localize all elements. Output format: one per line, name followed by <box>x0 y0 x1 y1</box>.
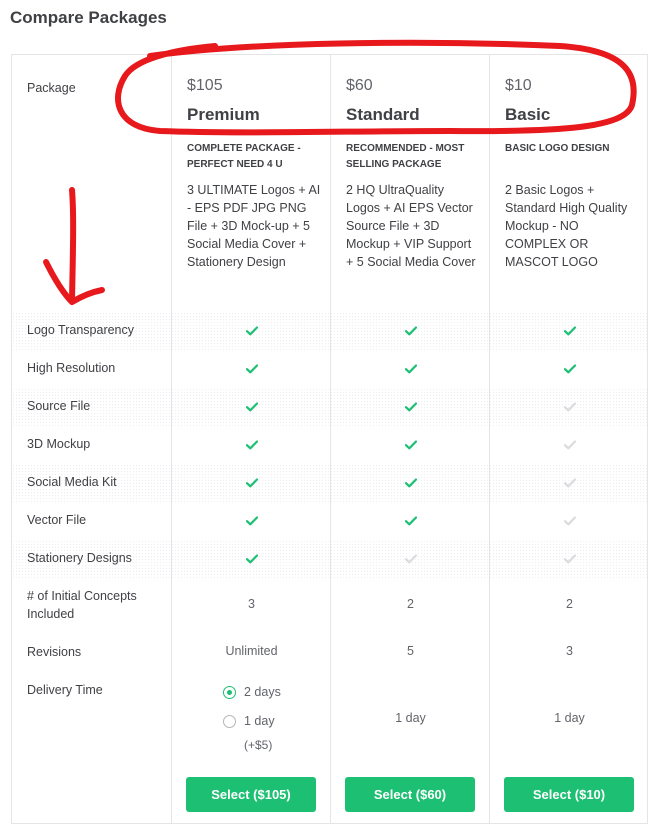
concepts-standard: 2 <box>407 597 414 611</box>
package-description: 2 HQ UltraQuality Logos + AI EPS Vector … <box>346 183 476 269</box>
row-label-stationery-designs: Stationery Designs <box>27 551 132 565</box>
check-icon <box>172 477 331 491</box>
package-name: Basic <box>505 105 551 124</box>
concepts-basic: 2 <box>566 597 573 611</box>
package-price: $60 <box>346 77 373 94</box>
check-icon <box>331 325 490 339</box>
check-icon <box>490 325 649 339</box>
check-icon <box>331 401 490 415</box>
check-icon <box>331 515 490 529</box>
check-icon <box>172 363 331 377</box>
check-icon <box>331 363 490 377</box>
row-label-delivery-time: Delivery Time <box>27 683 103 697</box>
select-basic-button[interactable]: Select ($10) <box>504 777 634 812</box>
select-premium-button[interactable]: Select ($105) <box>186 777 316 812</box>
check-icon-inactive <box>490 401 649 415</box>
compare-table: Package Logo Transparency High Resolutio… <box>11 54 648 824</box>
package-description: 2 Basic Logos + Standard High Quality Mo… <box>505 183 628 269</box>
check-icon-inactive <box>490 439 649 453</box>
package-tagline: BASIC LOGO DESIGN <box>505 143 610 154</box>
revisions-basic: 3 <box>566 644 573 658</box>
check-icon <box>331 439 490 453</box>
concepts-premium: 3 <box>248 597 255 611</box>
check-icon-inactive <box>331 553 490 567</box>
check-icon-inactive <box>490 515 649 529</box>
delivery-basic: 1 day <box>554 711 585 725</box>
check-icon-inactive <box>490 477 649 491</box>
radio-selected[interactable] <box>223 685 236 699</box>
package-tagline: COMPLETE PACKAGE - PERFECT NEED 4 U <box>187 143 301 170</box>
select-standard-button[interactable]: Select ($60) <box>345 777 475 812</box>
check-icon-inactive <box>490 553 649 567</box>
delivery-option-1-day[interactable]: 1 day <box>223 714 275 728</box>
page-title: Compare Packages <box>10 8 167 27</box>
package-price: $10 <box>505 77 532 94</box>
check-icon <box>172 553 331 567</box>
delivery-option-label: 2 days <box>244 685 281 699</box>
revisions-premium: Unlimited <box>225 644 278 658</box>
row-label-high-resolution: High Resolution <box>27 361 116 375</box>
revisions-standard: 5 <box>407 644 414 658</box>
package-name: Premium <box>187 105 260 124</box>
delivery-option-label: 1 day <box>244 714 275 728</box>
check-icon <box>172 439 331 453</box>
check-icon <box>331 477 490 491</box>
package-tagline: RECOMMENDED - MOST SELLING PACKAGE <box>346 143 465 170</box>
delivery-option-surcharge: (+$5) <box>244 738 273 752</box>
row-label-logo-transparency: Logo Transparency <box>27 323 135 337</box>
check-icon <box>172 515 331 529</box>
package-name: Standard <box>346 105 420 124</box>
check-icon <box>490 363 649 377</box>
row-label-package: Package <box>27 81 76 95</box>
radio-unselected[interactable] <box>223 714 236 728</box>
check-icon <box>172 325 331 339</box>
package-price: $105 <box>187 77 223 94</box>
row-label-source-file: Source File <box>27 399 91 413</box>
row-label-vector-file: Vector File <box>27 513 87 527</box>
row-label-revisions: Revisions <box>27 645 82 659</box>
delivery-option-2-days[interactable]: 2 days <box>223 685 281 699</box>
row-label-initial-concepts: # of Initial Concepts Included <box>27 589 137 621</box>
row-label-social-media-kit: Social Media Kit <box>27 475 117 489</box>
check-icon <box>172 401 331 415</box>
row-label-3d-mockup: 3D Mockup <box>27 437 91 451</box>
package-description: 3 ULTIMATE Logos + AI - EPS PDF JPG PNG … <box>187 183 321 269</box>
delivery-standard: 1 day <box>395 711 426 725</box>
